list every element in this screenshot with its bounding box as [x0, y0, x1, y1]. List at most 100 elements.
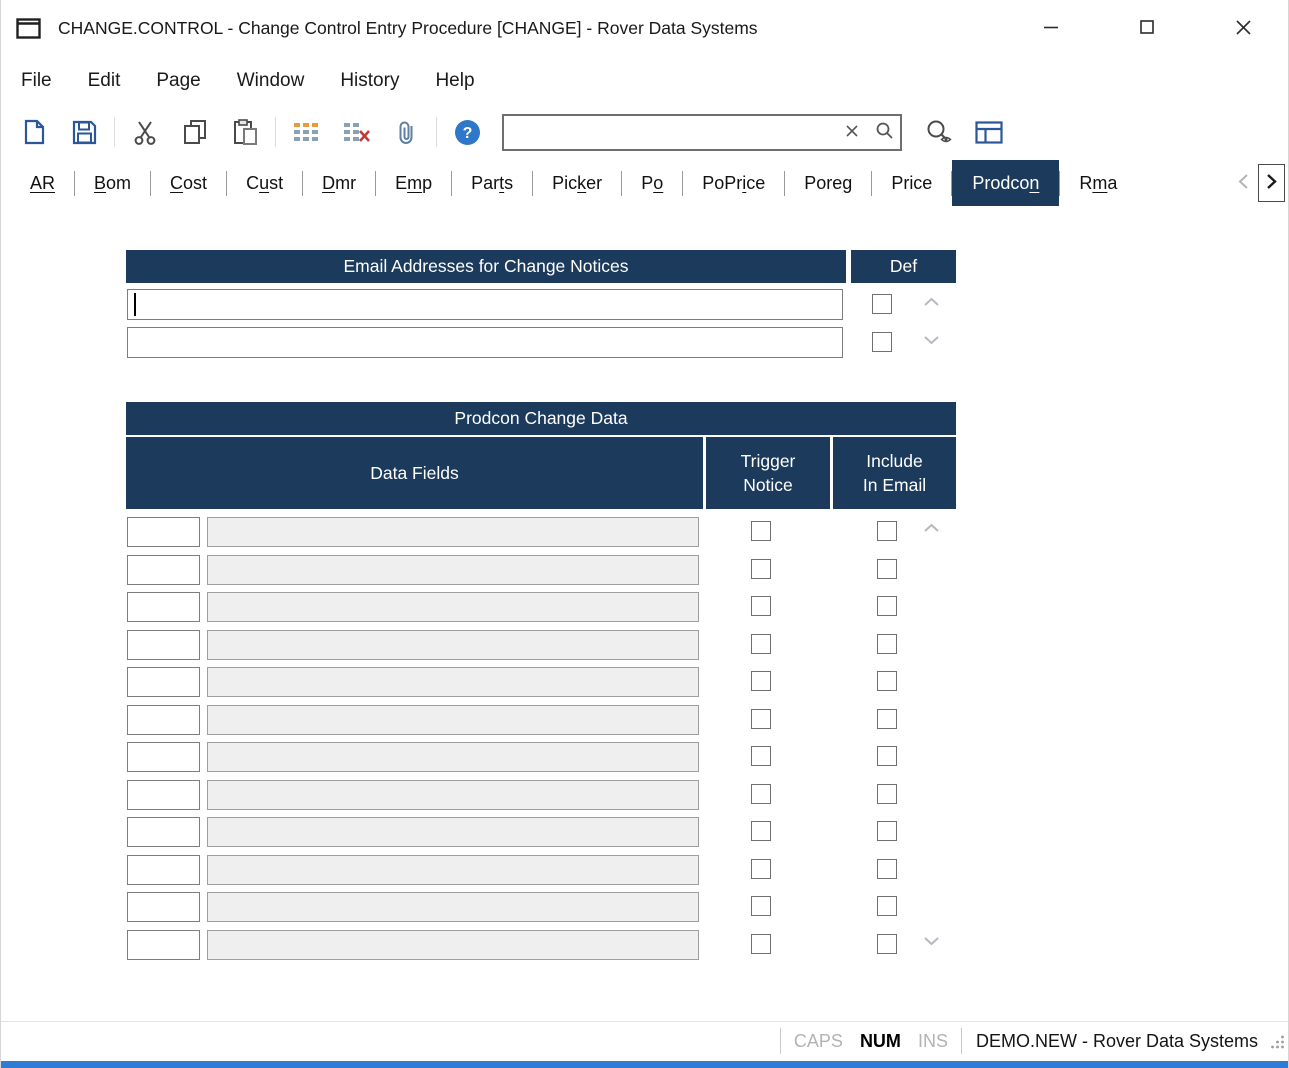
trigger-notice-checkbox[interactable] [751, 596, 771, 616]
tab-ar[interactable]: AR [11, 163, 74, 203]
window-controls [1034, 0, 1260, 57]
scroll-down-icon[interactable] [923, 936, 940, 946]
copy-button[interactable] [170, 110, 220, 154]
include-in-email-checkbox[interactable] [877, 634, 897, 654]
email-address-input[interactable] [127, 327, 843, 358]
tab-scroll-right-button[interactable] [1258, 164, 1285, 202]
table-view-button[interactable] [964, 110, 1014, 154]
close-button[interactable] [1226, 8, 1260, 50]
data-field-code-input[interactable] [127, 855, 200, 885]
data-field-code-input[interactable] [127, 630, 200, 660]
tab-picker[interactable]: Picker [533, 163, 621, 203]
include-header-line1: Include [866, 449, 922, 473]
data-field-value [207, 855, 699, 885]
menu-item-page[interactable]: Page [138, 57, 218, 104]
search-go-button[interactable] [868, 116, 900, 149]
trigger-notice-checkbox[interactable] [751, 671, 771, 691]
data-field-code-input[interactable] [127, 742, 200, 772]
attachment-button[interactable] [381, 110, 431, 154]
tab-emp[interactable]: Emp [376, 163, 451, 203]
toolbar-separator [436, 117, 437, 147]
trigger-notice-checkbox[interactable] [751, 709, 771, 729]
menu-item-edit[interactable]: Edit [70, 57, 139, 104]
help-button[interactable]: ? [442, 110, 492, 154]
clear-x-icon [845, 124, 859, 141]
tab-rma[interactable]: Rma [1060, 163, 1136, 203]
trigger-notice-checkbox[interactable] [751, 746, 771, 766]
email-rows [126, 287, 956, 363]
text-caret [134, 293, 136, 316]
data-field-code-input[interactable] [127, 930, 200, 960]
toolbar-separator [114, 117, 115, 147]
maximize-button[interactable] [1130, 8, 1164, 50]
include-in-email-checkbox[interactable] [877, 896, 897, 916]
scroll-down-icon[interactable] [923, 335, 940, 345]
def-checkbox[interactable] [872, 332, 892, 352]
delete-line-button[interactable] [331, 110, 381, 154]
data-field-value [207, 667, 699, 697]
include-in-email-checkbox[interactable] [877, 521, 897, 541]
menu-item-file[interactable]: File [3, 57, 70, 104]
include-in-email-checkbox[interactable] [877, 934, 897, 954]
tab-cost[interactable]: Cost [151, 163, 226, 203]
prodcon-column-headers: Data Fields Trigger Notice Include In Em… [126, 437, 956, 509]
find-view-button[interactable] [914, 110, 964, 154]
prodcon-row [126, 553, 956, 591]
tab-poreg[interactable]: Poreg [785, 163, 871, 203]
include-in-email-checkbox[interactable] [877, 821, 897, 841]
cut-button[interactable] [120, 110, 170, 154]
menu-item-help[interactable]: Help [417, 57, 492, 104]
tab-parts[interactable]: Parts [452, 163, 532, 203]
new-file-button[interactable] [9, 110, 59, 154]
session-label: DEMO.NEW - Rover Data Systems [976, 1031, 1258, 1052]
menu-item-history[interactable]: History [322, 57, 417, 104]
def-checkbox[interactable] [872, 294, 892, 314]
tab-bom[interactable]: Bom [75, 163, 150, 203]
scroll-up-icon[interactable] [923, 297, 940, 307]
trigger-notice-checkbox[interactable] [751, 934, 771, 954]
data-field-code-input[interactable] [127, 780, 200, 810]
trigger-notice-checkbox[interactable] [751, 859, 771, 879]
scroll-up-icon[interactable] [923, 523, 940, 533]
data-field-code-input[interactable] [127, 667, 200, 697]
data-field-code-input[interactable] [127, 892, 200, 922]
include-in-email-checkbox[interactable] [877, 596, 897, 616]
include-in-email-checkbox[interactable] [877, 709, 897, 729]
toolbar: ? [1, 104, 1288, 160]
resize-grip-icon[interactable] [1270, 1034, 1285, 1049]
tab-poprice[interactable]: PoPrice [683, 163, 784, 203]
trigger-notice-checkbox[interactable] [751, 896, 771, 916]
tab-scroll-left-button[interactable] [1233, 165, 1253, 201]
data-field-code-input[interactable] [127, 705, 200, 735]
toolbar-search-input[interactable] [504, 122, 836, 142]
trigger-notice-checkbox[interactable] [751, 521, 771, 541]
menu-item-window[interactable]: Window [219, 57, 323, 104]
prodcon-rows [126, 515, 956, 965]
email-address-input[interactable] [127, 289, 843, 320]
save-button[interactable] [59, 110, 109, 154]
include-in-email-checkbox[interactable] [877, 746, 897, 766]
data-field-code-input[interactable] [127, 555, 200, 585]
tab-price[interactable]: Price [872, 163, 951, 203]
trigger-notice-checkbox[interactable] [751, 821, 771, 841]
include-in-email-checkbox[interactable] [877, 859, 897, 879]
tab-cust[interactable]: Cust [227, 163, 302, 203]
trigger-notice-checkbox[interactable] [751, 634, 771, 654]
insert-line-button[interactable] [281, 110, 331, 154]
include-in-email-checkbox[interactable] [877, 559, 897, 579]
data-field-code-input[interactable] [127, 517, 200, 547]
include-in-email-checkbox[interactable] [877, 784, 897, 804]
search-clear-button[interactable] [836, 116, 868, 149]
include-in-email-checkbox[interactable] [877, 671, 897, 691]
trigger-notice-checkbox[interactable] [751, 559, 771, 579]
data-field-code-input[interactable] [127, 817, 200, 847]
prodcon-row [126, 628, 956, 666]
tab-prodcon[interactable]: Prodcon [952, 160, 1059, 206]
tab-po[interactable]: Po [622, 163, 682, 203]
tab-dmr[interactable]: Dmr [303, 163, 375, 203]
paste-button[interactable] [220, 110, 270, 154]
data-field-code-input[interactable] [127, 592, 200, 622]
minimize-button[interactable] [1034, 8, 1068, 50]
trigger-notice-checkbox[interactable] [751, 784, 771, 804]
prodcon-row [126, 590, 956, 628]
